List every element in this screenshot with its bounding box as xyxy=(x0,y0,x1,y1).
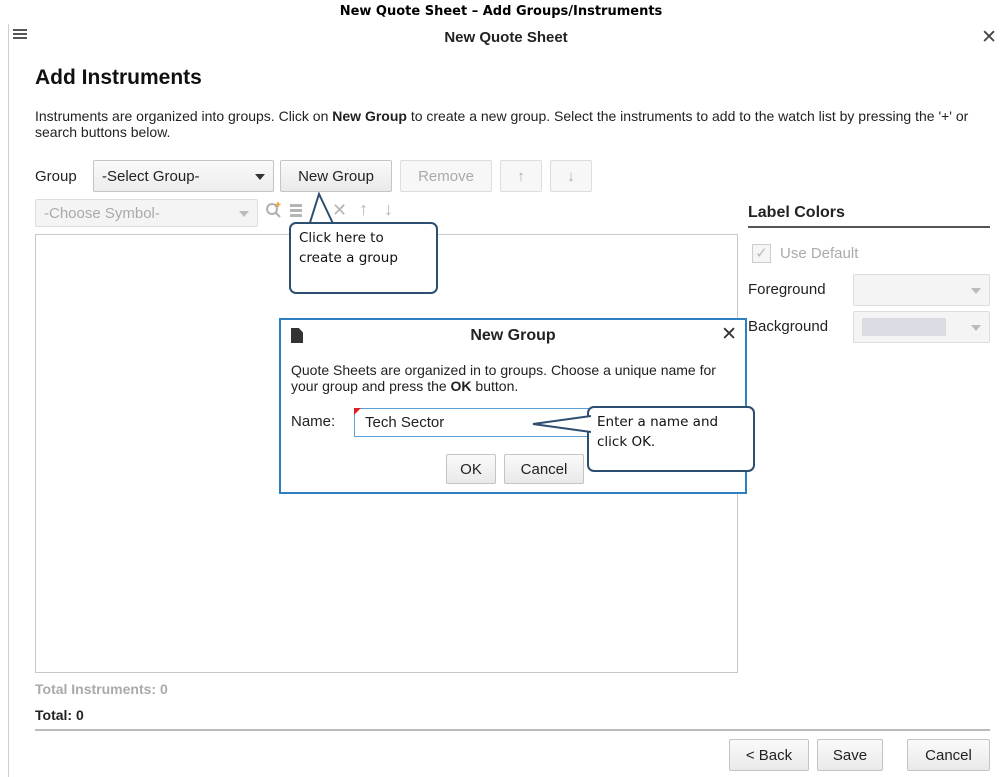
group-label: Group xyxy=(35,168,77,185)
chevron-down-icon xyxy=(971,325,981,331)
total-instruments-count: Total Instruments: 0 xyxy=(35,681,168,697)
callout-pointer xyxy=(532,415,591,433)
background-color-swatch xyxy=(862,318,946,336)
arrow-down-icon: ↓ xyxy=(567,167,575,185)
ok-button[interactable]: OK xyxy=(446,454,496,484)
close-icon[interactable]: ✕ xyxy=(981,26,997,49)
instructions-text: Instruments are organized into groups. C… xyxy=(35,108,969,140)
new-group-button[interactable]: New Group xyxy=(280,160,392,192)
remove-group-button[interactable]: Remove xyxy=(400,160,492,192)
dialog-cancel-button[interactable]: Cancel xyxy=(504,454,584,484)
background-color-select[interactable] xyxy=(853,311,990,343)
callout-text-line: click OK. xyxy=(597,434,656,450)
callout-text-line: Click here to xyxy=(299,230,384,246)
arrow-up-icon: ↑ xyxy=(517,167,525,185)
chevron-down-icon xyxy=(971,288,981,294)
required-field-marker xyxy=(354,408,361,415)
dialog-description: Quote Sheets are organized in to groups.… xyxy=(291,362,716,394)
window-title: New Quote Sheet xyxy=(444,29,568,46)
dialog-title: New Group xyxy=(470,327,556,344)
save-button[interactable]: Save xyxy=(817,739,883,771)
new-group-callout: Click here to create a group xyxy=(289,222,438,294)
symbol-select-placeholder: -Choose Symbol- xyxy=(44,204,160,222)
back-button[interactable]: < Back xyxy=(729,739,809,771)
chevron-down-icon xyxy=(255,174,265,180)
callout-text-line: Enter a name and xyxy=(597,414,719,430)
search-plus-icon[interactable] xyxy=(265,201,283,224)
footer-divider xyxy=(35,729,990,731)
move-group-down-button[interactable]: ↓ xyxy=(550,160,592,192)
move-group-up-button[interactable]: ↑ xyxy=(500,160,542,192)
label-colors-divider xyxy=(748,226,990,228)
title-bar: New Quote Sheet ✕ xyxy=(9,24,1002,50)
move-symbol-up-icon[interactable]: ↑ xyxy=(359,199,368,220)
close-icon[interactable]: ✕ xyxy=(721,323,737,346)
cancel-button[interactable]: Cancel xyxy=(907,739,990,771)
label-colors-heading: Label Colors xyxy=(748,204,845,221)
callout-text-line: create a group xyxy=(299,250,398,266)
group-select-value: -Select Group- xyxy=(102,167,200,185)
foreground-label: Foreground xyxy=(748,281,826,298)
use-default-label: Use Default xyxy=(780,245,859,262)
chevron-down-icon xyxy=(239,211,249,217)
background-label: Background xyxy=(748,318,829,335)
group-select[interactable]: -Select Group- xyxy=(93,160,274,192)
name-label: Name: xyxy=(291,413,336,430)
figure-caption: New Quote Sheet – Add Groups/Instruments xyxy=(339,4,663,19)
symbol-select[interactable]: -Choose Symbol- xyxy=(35,199,258,227)
foreground-color-select[interactable] xyxy=(853,274,990,306)
name-callout: Enter a name and click OK. xyxy=(587,406,755,472)
total-count: Total: 0 xyxy=(35,707,84,723)
move-symbol-down-icon[interactable]: ↓ xyxy=(384,199,393,220)
use-default-checkbox[interactable]: ✓ xyxy=(752,244,771,263)
quote-sheet-window: New Quote Sheet ✕ Add Instruments Instru… xyxy=(8,24,1002,777)
page-title: Add Instruments xyxy=(35,66,202,89)
